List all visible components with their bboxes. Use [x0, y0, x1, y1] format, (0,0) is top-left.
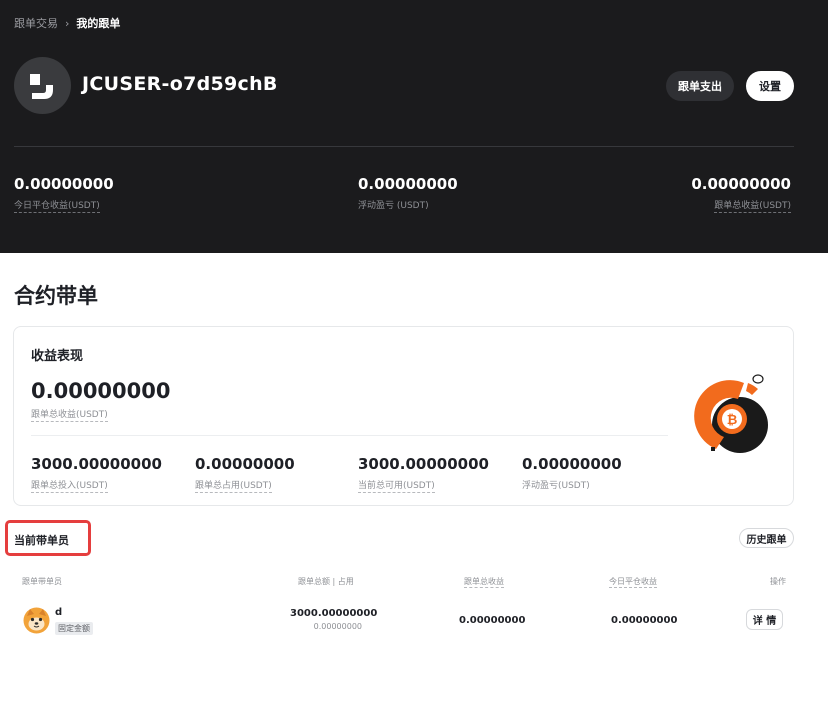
stat-today-closed-profit: 0.00000000 今日平仓收益(USDT) [14, 175, 114, 213]
stat-label[interactable]: 今日平仓收益(USDT) [14, 198, 100, 213]
breadcrumb-current: 我的跟单 [76, 17, 121, 30]
total-profit-cell: 0.00000000 [459, 615, 526, 626]
performance-card: 收益表现 0.00000000 跟单总收益(USDT) 3000.0000000… [13, 326, 794, 506]
stat-value: 0.00000000 [195, 455, 295, 473]
copy-amount: 3000.00000000 [290, 608, 378, 619]
stat-label[interactable]: 当前总可用(USDT) [358, 478, 435, 493]
highlight-box [5, 520, 91, 556]
stat-label[interactable]: 跟单总投入(USDT) [31, 478, 108, 493]
stat-total-invested: 3000.00000000 跟单总投入(USDT) [31, 455, 162, 493]
stat-total-copy-profit: 0.00000000 跟单总收益(USDT) [691, 175, 791, 213]
total-profit-label[interactable]: 跟单总收益(USDT) [31, 407, 108, 422]
copy-occupied: 0.00000000 [313, 622, 362, 631]
stat-total-occupied: 0.00000000 跟单总占用(USDT) [195, 455, 295, 493]
breadcrumb: 跟单交易 › 我的跟单 [14, 15, 120, 31]
stat-value: 0.00000000 [522, 455, 622, 473]
brand-logo-icon [30, 74, 53, 99]
leader-name[interactable]: d [55, 607, 62, 618]
stat-floating-pnl: 0.00000000 浮动盈亏 (USDT) [358, 175, 458, 212]
stat-floating-pnl: 0.00000000 浮动盈亏(USDT) [522, 455, 622, 492]
stat-total-available: 3000.00000000 当前总可用(USDT) [358, 455, 489, 493]
column-header-action: 操作 [770, 577, 786, 586]
column-header-today-profit[interactable]: 今日平仓收益 [609, 576, 657, 588]
shiba-dog-icon [23, 607, 50, 638]
total-profit-value: 0.00000000 [31, 379, 171, 403]
stat-label: 浮动盈亏 (USDT) [358, 201, 429, 211]
column-header-total-profit[interactable]: 跟单总收益 [464, 576, 504, 588]
column-header-leader: 跟单带单员 [22, 577, 62, 586]
stat-label[interactable]: 跟单总占用(USDT) [195, 478, 272, 493]
svg-text:₿: ₿ [727, 413, 738, 428]
stat-value: 0.00000000 [691, 175, 791, 193]
card-divider [31, 435, 668, 436]
stat-value: 0.00000000 [14, 175, 114, 193]
details-button[interactable]: 详 情 [746, 609, 783, 630]
today-profit-cell: 0.00000000 [611, 615, 678, 626]
stat-value: 3000.00000000 [31, 455, 162, 473]
copy-expense-button[interactable]: 跟单支出 [666, 71, 734, 101]
header-divider [14, 146, 794, 147]
column-header-amount: 跟单总额 | 占用 [298, 577, 354, 586]
user-avatar [14, 57, 71, 114]
copy-mode-badge: 固定金额 [55, 622, 93, 635]
breadcrumb-parent-link[interactable]: 跟单交易 [14, 15, 58, 31]
user-name: JCUSER-o7d59chB [82, 73, 278, 95]
stat-value: 3000.00000000 [358, 455, 489, 473]
section-title: 合约带单 [14, 284, 98, 308]
stat-value: 0.00000000 [358, 175, 458, 193]
bitcoin-coin-icon: ₿ [688, 371, 774, 465]
history-copy-button[interactable]: 历史跟单 [739, 528, 794, 548]
performance-title: 收益表现 [31, 349, 84, 364]
stat-label[interactable]: 跟单总收益(USDT) [714, 198, 791, 213]
settings-button[interactable]: 设置 [746, 71, 794, 101]
stat-label: 浮动盈亏(USDT) [522, 481, 590, 491]
breadcrumb-separator-icon: › [65, 16, 70, 30]
account-header: 跟单交易 › 我的跟单 JCUSER-o7d59chB 跟单支出 设置 0.00… [0, 0, 828, 253]
